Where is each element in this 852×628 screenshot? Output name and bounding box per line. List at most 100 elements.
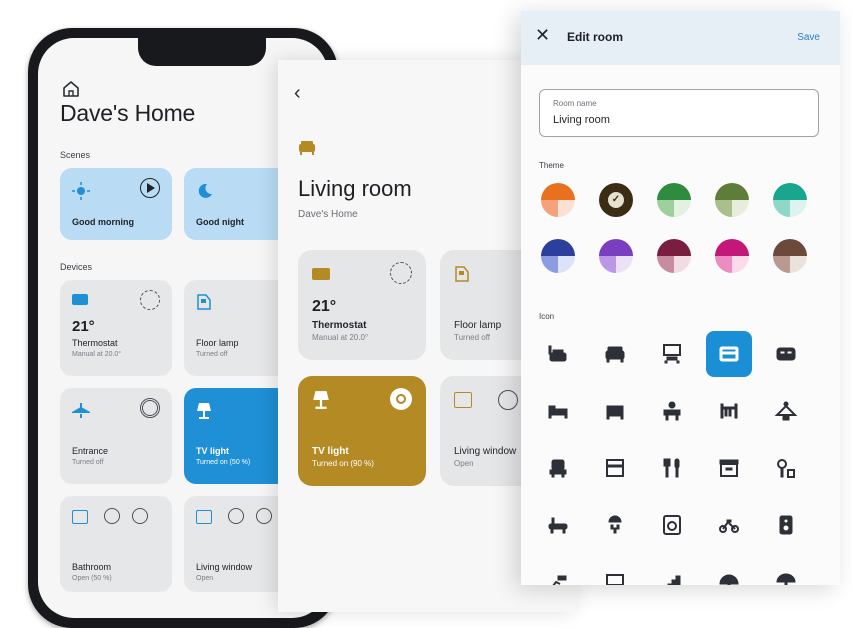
close-icon[interactable]: ✕	[535, 25, 550, 46]
device-name: Bathroom	[72, 562, 112, 572]
drawer-icon[interactable]	[706, 445, 752, 491]
chair-icon[interactable]	[535, 559, 581, 585]
theme-swatch[interactable]	[657, 239, 691, 273]
device-name: Thermostat	[72, 338, 118, 348]
device-status: Open	[196, 575, 214, 582]
phone-notch	[138, 38, 266, 66]
scene-good-morning[interactable]: Good morning	[60, 168, 172, 240]
cutlery-icon[interactable]	[649, 445, 695, 491]
room-name-input[interactable]: Living room	[553, 114, 610, 126]
device-name: Living window	[454, 446, 517, 457]
broom-icon[interactable]	[763, 445, 809, 491]
scenes-label: Scenes	[60, 150, 91, 160]
room-name-field[interactable]: Room name Living room	[539, 89, 819, 137]
theme-swatch[interactable]	[541, 239, 575, 273]
double-sofa-icon[interactable]	[763, 331, 809, 377]
tent-icon[interactable]	[706, 559, 752, 585]
desk-icon[interactable]	[649, 331, 695, 377]
thermostat-icon	[72, 294, 88, 305]
check-icon: ✓	[608, 192, 624, 208]
scene-label: Good night	[196, 217, 244, 227]
speaker-icon[interactable]	[763, 502, 809, 548]
room-device-thermostat[interactable]: 21° Thermostat Manual at 20.0°	[298, 250, 426, 360]
device-thermostat[interactable]: 21° Thermostat Manual at 20.0°	[60, 280, 172, 376]
floor-lamp-icon	[455, 266, 469, 282]
theme-swatch[interactable]	[541, 183, 575, 217]
tv-icon[interactable]	[592, 559, 638, 585]
chevron-up-icon[interactable]	[256, 508, 272, 524]
sofa-icon[interactable]	[592, 331, 638, 377]
power-icon[interactable]	[140, 290, 160, 310]
thermostat-icon	[312, 268, 330, 280]
oven-icon[interactable]	[706, 331, 752, 377]
crib-icon[interactable]	[706, 388, 752, 434]
dialog-title: Edit room	[567, 30, 623, 44]
single-bed-icon[interactable]	[592, 388, 638, 434]
device-status: Open	[454, 459, 474, 468]
temperature-value: 21°	[312, 298, 337, 315]
bike-icon[interactable]	[706, 502, 752, 548]
device-name: Floor lamp	[196, 338, 239, 348]
room-name-label: Room name	[553, 99, 597, 108]
theme-swatch[interactable]: ✓	[599, 183, 633, 217]
device-name: Floor lamp	[454, 320, 502, 331]
bed-icon[interactable]	[535, 388, 581, 434]
power-icon[interactable]	[390, 262, 412, 284]
chevron-down-icon[interactable]	[498, 390, 518, 410]
icon-label: Icon	[539, 312, 555, 321]
armchair-icon[interactable]	[535, 445, 581, 491]
theme-swatch[interactable]	[773, 239, 807, 273]
hanger-icon[interactable]	[763, 388, 809, 434]
device-name: Thermostat	[312, 320, 367, 331]
stairs-icon[interactable]	[649, 559, 695, 585]
device-status: Turned on (90 %)	[312, 459, 374, 468]
home-icon	[63, 81, 79, 97]
umbrella-icon[interactable]	[763, 559, 809, 585]
device-status: Turned on (50 %)	[196, 459, 251, 466]
device-bathroom[interactable]: Bathroom Open (50 %)	[60, 496, 172, 592]
device-status: Manual at 20.0°	[72, 351, 122, 358]
chevron-down-icon[interactable]	[228, 508, 244, 524]
play-icon[interactable]	[140, 178, 160, 198]
theme-swatch[interactable]	[657, 183, 691, 217]
table-lamp-icon	[313, 391, 329, 409]
cabinet-icon[interactable]	[592, 445, 638, 491]
device-name: TV light	[196, 446, 229, 456]
power-icon[interactable]	[140, 398, 160, 418]
chevron-down-icon[interactable]	[104, 508, 120, 524]
moon-icon	[198, 183, 212, 198]
device-status: Turned off	[72, 459, 104, 466]
room-subtitle: Dave's Home	[298, 209, 358, 220]
device-status: Open (50 %)	[72, 575, 112, 582]
device-status: Turned off	[454, 333, 491, 342]
home-title: Dave's Home	[60, 100, 196, 126]
sun-icon	[72, 182, 90, 200]
device-name: TV light	[312, 446, 349, 457]
save-button[interactable]: Save	[797, 32, 820, 43]
theme-swatch[interactable]	[773, 183, 807, 217]
device-name: Living window	[196, 562, 253, 572]
theme-swatch[interactable]	[715, 183, 749, 217]
theme-swatch[interactable]	[715, 239, 749, 273]
shower-icon[interactable]	[592, 502, 638, 548]
window-icon	[454, 392, 472, 408]
scene-label: Good morning	[72, 217, 134, 227]
device-name: Entrance	[72, 446, 109, 456]
washing-machine-icon[interactable]	[649, 502, 695, 548]
chevron-up-icon[interactable]	[132, 508, 148, 524]
window-icon	[196, 510, 212, 524]
room-device-tv-light[interactable]: TV light Turned on (90 %)	[298, 376, 426, 486]
device-status: Manual at 20.0°	[312, 333, 369, 342]
sofa-lamp-icon[interactable]	[535, 331, 581, 377]
power-icon[interactable]	[390, 388, 412, 410]
device-status: Turned off	[196, 351, 228, 358]
theme-swatch[interactable]	[599, 239, 633, 273]
theme-label: Theme	[539, 161, 564, 170]
room-title: Living room	[298, 176, 412, 201]
table-lamp-icon	[197, 403, 211, 419]
back-arrow-icon[interactable]: ‹	[294, 82, 301, 105]
desk-person-icon[interactable]	[649, 388, 695, 434]
device-entrance[interactable]: Entrance Turned off	[60, 388, 172, 484]
sofa-icon	[299, 141, 315, 155]
bathtub-icon[interactable]	[535, 502, 581, 548]
